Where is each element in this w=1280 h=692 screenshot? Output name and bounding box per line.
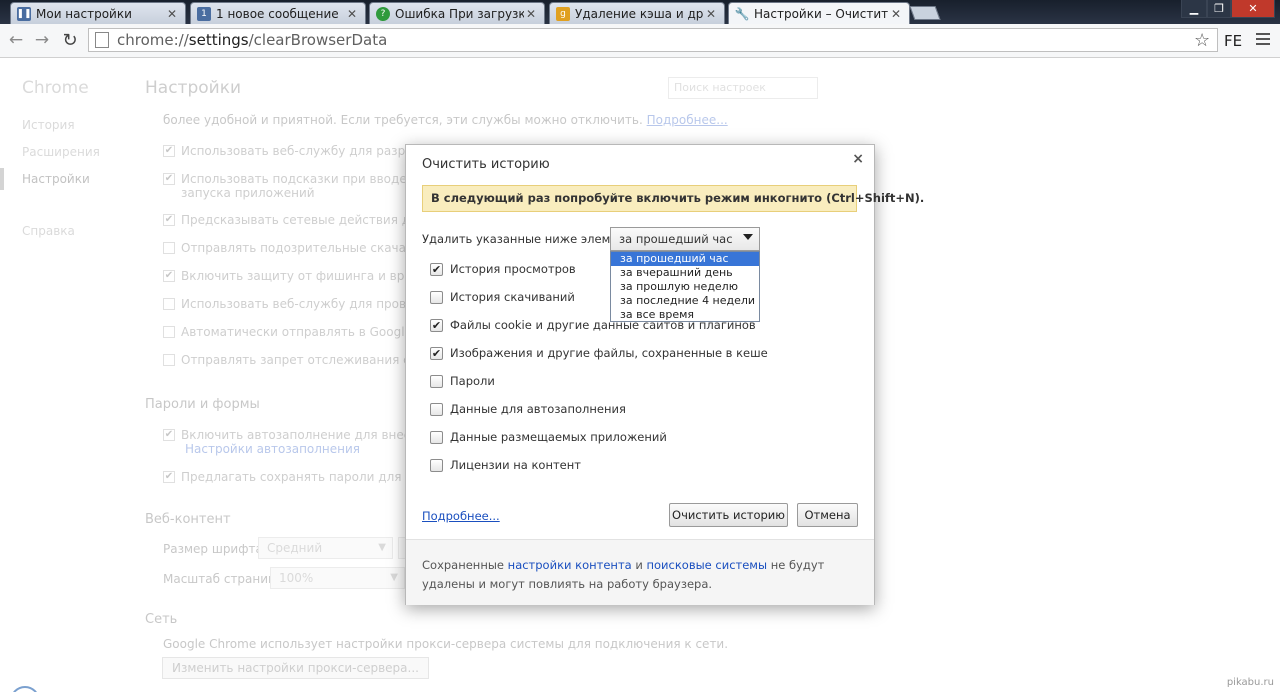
chrome-menu-icon[interactable] [1256, 33, 1270, 48]
time-range-dropdown: за прошедший час за вчерашний день за пр… [610, 251, 760, 322]
page-icon [95, 32, 109, 48]
tab-0[interactable]: ❚❚ Мои настройки ✕ [10, 2, 186, 24]
tab-title: Ошибка При загрузке ау [395, 6, 524, 21]
new-tab-button[interactable] [909, 6, 941, 20]
browser-toolbar: ← → ↻ chrome://settings/clearBrowserData… [0, 24, 1280, 58]
wrench-icon: 🔧 [734, 6, 750, 21]
reload-icon[interactable]: ↻ [58, 28, 82, 52]
watermark: pikabu.ru [1226, 677, 1274, 688]
cancel-button[interactable]: Отмена [797, 503, 858, 527]
url-host: settings [188, 31, 249, 49]
site-favicon-icon: ❚❚ [16, 6, 32, 21]
bookmark-star-icon[interactable]: ☆ [1194, 30, 1210, 51]
checkbox-box[interactable] [430, 430, 443, 444]
profile-badge[interactable]: FE [1224, 32, 1242, 50]
close-tab-icon[interactable]: ✕ [704, 7, 718, 21]
time-range-option[interactable]: за последние 4 недели [611, 294, 759, 308]
time-range-option[interactable]: за прошедший час [611, 252, 759, 266]
close-window-button[interactable]: ✕ [1231, 0, 1275, 18]
close-icon[interactable]: × [852, 151, 864, 167]
google-favicon-icon: g [556, 6, 570, 21]
tab-title: 1 новое сообщение [216, 6, 339, 21]
passwords-checkbox[interactable]: Пароли [430, 374, 495, 388]
checkbox-box[interactable]: ✔ [430, 346, 443, 360]
tab-title: Удаление кэша и других [575, 6, 704, 21]
checkbox-box[interactable] [430, 374, 443, 388]
autofill-data-checkbox[interactable]: Данные для автозаполнения [430, 402, 626, 416]
close-tab-icon[interactable]: ✕ [524, 7, 538, 21]
more-info-link[interactable]: Подробнее... [422, 509, 500, 523]
tab-title: Мои настройки [36, 6, 132, 21]
incognito-tip-banner: В следующий раз попробуйте включить режи… [422, 185, 924, 212]
tab-strip: ❚❚ Мои настройки ✕ 1 1 новое сообщение ✕… [0, 0, 1280, 24]
content-settings-link[interactable]: настройки контента [508, 558, 632, 572]
browsing-history-checkbox[interactable]: ✔ История просмотров [430, 262, 576, 276]
site-favicon-icon: ? [376, 6, 390, 21]
time-range-option[interactable]: за прошлую неделю [611, 280, 759, 294]
dialog-footer-note: Сохраненные настройки контента и поисков… [406, 539, 874, 605]
close-tab-icon[interactable]: ✕ [165, 7, 179, 21]
cache-checkbox[interactable]: ✔ Изображения и другие файлы, сохраненные… [430, 346, 768, 360]
time-range-option[interactable]: за все время [611, 308, 759, 322]
back-arrow-icon[interactable]: ← [4, 28, 28, 52]
checkbox-box[interactable]: ✔ [430, 262, 443, 276]
checkbox-box[interactable] [430, 290, 443, 304]
clear-history-button[interactable]: Очистить историю [669, 503, 788, 527]
dialog-title: Очистить историю [422, 157, 550, 172]
dropdown-arrow-icon [743, 234, 753, 240]
tab-2[interactable]: ? Ошибка При загрузке ау ✕ [369, 2, 545, 24]
site-favicon-icon: 1 [197, 6, 211, 21]
hosted-app-data-checkbox[interactable]: Данные размещаемых приложений [430, 430, 667, 444]
tab-title: Настройки – Очистить ис [754, 6, 889, 21]
tab-3[interactable]: g Удаление кэша и других ✕ [549, 2, 725, 24]
maximize-button[interactable]: ❐ [1207, 0, 1231, 18]
forward-arrow-icon[interactable]: → [30, 28, 54, 52]
checkbox-box[interactable] [430, 458, 443, 472]
checkbox-box[interactable]: ✔ [430, 318, 443, 332]
url-prefix: chrome:// [117, 31, 189, 49]
clear-history-dialog: Очистить историю × В следующий раз попро… [405, 144, 924, 605]
time-range-option[interactable]: за вчерашний день [611, 266, 759, 280]
search-engines-link[interactable]: поисковые системы [646, 558, 767, 572]
url-path: /clearBrowserData [248, 31, 388, 49]
address-bar[interactable]: chrome://settings/clearBrowserData [88, 28, 1218, 52]
tab-4-active[interactable]: 🔧 Настройки – Очистить ис ✕ [728, 2, 910, 24]
content-licenses-checkbox[interactable]: Лицензии на контент [430, 458, 581, 472]
minimize-button[interactable]: ▁ [1181, 0, 1207, 18]
close-tab-icon[interactable]: ✕ [889, 7, 903, 21]
time-range-select[interactable]: за прошедший час [610, 227, 760, 251]
download-history-checkbox[interactable]: История скачиваний [430, 290, 575, 304]
tab-1[interactable]: 1 1 новое сообщение ✕ [190, 2, 366, 24]
checkbox-box[interactable] [430, 402, 443, 416]
close-tab-icon[interactable]: ✕ [345, 7, 359, 21]
